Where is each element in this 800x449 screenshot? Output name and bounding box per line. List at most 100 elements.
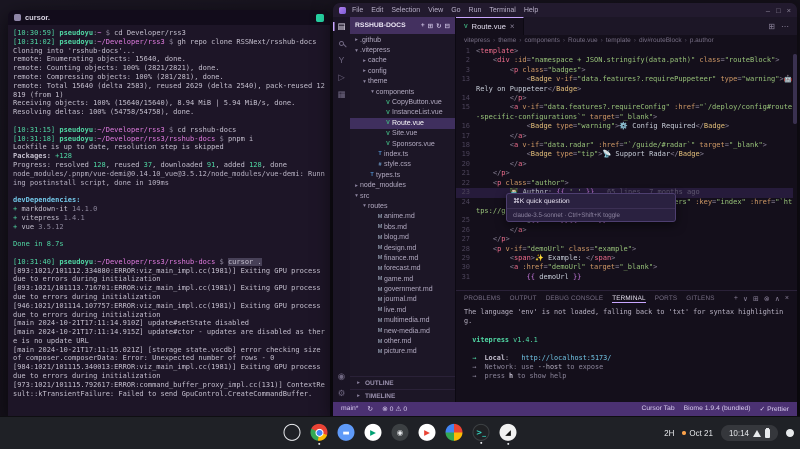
terminal-picker-icon[interactable]: ∨	[743, 295, 748, 303]
shelf-app-launcher[interactable]	[284, 424, 301, 441]
shelf-app-camera[interactable]: ◉	[392, 424, 409, 441]
code-line[interactable]: 13 <Badge v-if="data.features?.requirePu…	[456, 75, 793, 94]
tree-item-anime.md[interactable]: Manime.md	[350, 212, 455, 222]
activity-settings-icon[interactable]: ⚙	[333, 389, 350, 398]
tree-item-finance.md[interactable]: Mfinance.md	[350, 253, 455, 263]
maximize-button[interactable]: □	[776, 6, 781, 15]
tree-item-index.ts[interactable]: Tindex.ts	[350, 149, 455, 159]
sidebar-header[interactable]: RSSHUB-DOCS +⊞↻⊟	[350, 17, 455, 34]
tree-item-style.css[interactable]: #style.css	[350, 160, 455, 170]
more-actions-icon[interactable]: ⋯	[781, 22, 789, 31]
tab-close-icon[interactable]: ×	[510, 22, 515, 31]
panel-tab-terminal[interactable]: TERMINAL	[612, 295, 645, 303]
shelf-app-play-store[interactable]: ▶	[365, 424, 382, 441]
menu-selection[interactable]: Selection	[391, 7, 420, 14]
breadcrumb-item[interactable]: components	[524, 37, 559, 44]
activity-extensions-icon[interactable]: ▦	[333, 90, 350, 99]
new-terminal-icon[interactable]: +	[734, 295, 738, 303]
shelf-app-youtube[interactable]: ▶	[419, 424, 436, 441]
code-line[interactable]: 21 </p>	[456, 169, 793, 178]
activity-search-icon[interactable]	[333, 39, 350, 48]
status-tray-pill[interactable]: 10:14	[721, 425, 778, 441]
menu-view[interactable]: View	[428, 7, 443, 14]
tree-item-types.ts[interactable]: Ttypes.ts	[350, 170, 455, 180]
tree-item-Sponsors.vue[interactable]: VSponsors.vue	[350, 139, 455, 149]
tree-item-other.md[interactable]: Mother.md	[350, 336, 455, 346]
tree-item-journal.md[interactable]: Mjournal.md	[350, 295, 455, 305]
tree-item-government.md[interactable]: Mgovernment.md	[350, 284, 455, 294]
menu-help[interactable]: Help	[524, 7, 538, 14]
tree-item-theme[interactable]: ▾theme	[350, 77, 455, 87]
code-line[interactable]: 3 <p class="badges">	[456, 66, 793, 75]
panel-tab-output[interactable]: OUTPUT	[510, 295, 537, 303]
code-line[interactable]: 1<template>	[456, 47, 793, 56]
status-cursor-tab[interactable]: Cursor Tab	[641, 405, 674, 413]
breadcrumb-item[interactable]: div#routeBlock	[639, 37, 682, 44]
code-line[interactable]: 27 </p>	[456, 235, 793, 244]
terminal-titlebar[interactable]: cursor.	[8, 10, 330, 25]
panel-terminal-output[interactable]: The language 'env' is not loaded, fallin…	[456, 306, 797, 402]
tab-route-vue[interactable]: V Route.vue ×	[456, 17, 524, 35]
collapse-all-icon[interactable]: ⊟	[445, 22, 450, 30]
activity-account-icon[interactable]: ◉	[333, 372, 350, 381]
code-line[interactable]: 30 <a :href="demoUrl" target="_blank">	[456, 263, 793, 272]
editor-scrollbar[interactable]	[793, 46, 797, 290]
status-indicator-icon[interactable]	[786, 429, 794, 437]
tree-item-forecast.md[interactable]: Mforecast.md	[350, 264, 455, 274]
shelf-app-cursor[interactable]: ◢	[500, 424, 517, 441]
tree-item-blog.md[interactable]: Mblog.md	[350, 232, 455, 242]
panel-tab-problems[interactable]: PROBLEMS	[464, 295, 501, 303]
code-line[interactable]: 17 </a>	[456, 132, 793, 141]
activity-explorer-icon[interactable]: ▤	[333, 22, 350, 31]
code-line[interactable]: 16 <Badge type="warning">⚙️ Config Requi…	[456, 122, 793, 131]
tree-item-cache[interactable]: ▸cache	[350, 56, 455, 66]
tree-item-live.md[interactable]: Mlive.md	[350, 305, 455, 315]
split-editor-icon[interactable]: ⊞	[768, 22, 775, 31]
breadcrumb-item[interactable]: Route.vue	[568, 37, 598, 44]
tree-item-InstanceList.vue[interactable]: VInstanceList.vue	[350, 108, 455, 118]
tree-item-.vitepress[interactable]: ▾.vitepress	[350, 45, 455, 55]
system-tray[interactable]: 2H Oct 21 10:14	[664, 425, 794, 441]
new-folder-icon[interactable]: ⊞	[428, 22, 433, 30]
status-sync[interactable]: ↻	[367, 405, 373, 413]
new-file-icon[interactable]: +	[421, 22, 425, 30]
terminal-output[interactable]: [10:30:59] pseudoyu:~ $ cd Developer/rss…	[8, 25, 330, 416]
maximize-panel-icon[interactable]: ∧	[775, 295, 780, 303]
code-line[interactable]: 22 <p class="author">	[456, 179, 793, 188]
status-branch[interactable]: main*	[341, 405, 358, 413]
minimize-button[interactable]: –	[766, 6, 770, 15]
panel-tab-debug-console[interactable]: DEBUG CONSOLE	[546, 295, 604, 303]
code-line[interactable]: 2 <div :id="namespace + JSON.stringify(d…	[456, 56, 793, 65]
battery-time-chip[interactable]: 2H	[664, 429, 674, 438]
refresh-icon[interactable]: ↻	[436, 22, 441, 30]
shelf-app-photos[interactable]	[446, 424, 463, 441]
breadcrumb-item[interactable]: template	[606, 37, 631, 44]
tree-item-components[interactable]: ▾components	[350, 87, 455, 97]
tree-item-picture.md[interactable]: Mpicture.md	[350, 347, 455, 357]
status-problems[interactable]: ⊗ 0 ⚠ 0	[382, 405, 407, 413]
activity-source-control-icon[interactable]: Y	[333, 56, 350, 65]
code-line[interactable]: 31 {{ demoUrl }}	[456, 273, 793, 282]
breadcrumb-item[interactable]: p.author	[690, 37, 714, 44]
panel-tab-ports[interactable]: PORTS	[655, 295, 678, 303]
code-line[interactable]: 15 <a v-if="data.features?.requireConfig…	[456, 103, 793, 122]
tree-item-config[interactable]: ▸config	[350, 66, 455, 76]
code-line[interactable]: 28 <p v-if="demoUrl" class="example">	[456, 245, 793, 254]
tree-item-src[interactable]: ▾src	[350, 191, 455, 201]
code-line[interactable]: 26 </a>	[456, 226, 793, 235]
terminal-maximize-button[interactable]	[316, 14, 324, 22]
menu-edit[interactable]: Edit	[371, 7, 383, 14]
menu-go[interactable]: Go	[451, 7, 460, 14]
tree-item-Site.vue[interactable]: VSite.vue	[350, 129, 455, 139]
close-button[interactable]: ×	[787, 6, 791, 15]
tree-item-CopyButton.vue[interactable]: VCopyButton.vue	[350, 97, 455, 107]
activity-run-debug-icon[interactable]: ▷	[333, 73, 350, 82]
tree-item-routes[interactable]: ▾routes	[350, 201, 455, 211]
tree-item-bbs.md[interactable]: Mbbs.md	[350, 222, 455, 232]
menu-run[interactable]: Run	[469, 7, 482, 14]
code-line[interactable]: 29 <span>✨ Example: </span>	[456, 254, 793, 263]
split-terminal-icon[interactable]: ⊞	[753, 295, 759, 303]
ai-hint-popup[interactable]: ⌘K quick question claude-3.5-sonnet · Ct…	[506, 193, 676, 222]
breadcrumb-item[interactable]: theme	[498, 37, 516, 44]
shelf-app-chrome[interactable]	[311, 424, 328, 441]
